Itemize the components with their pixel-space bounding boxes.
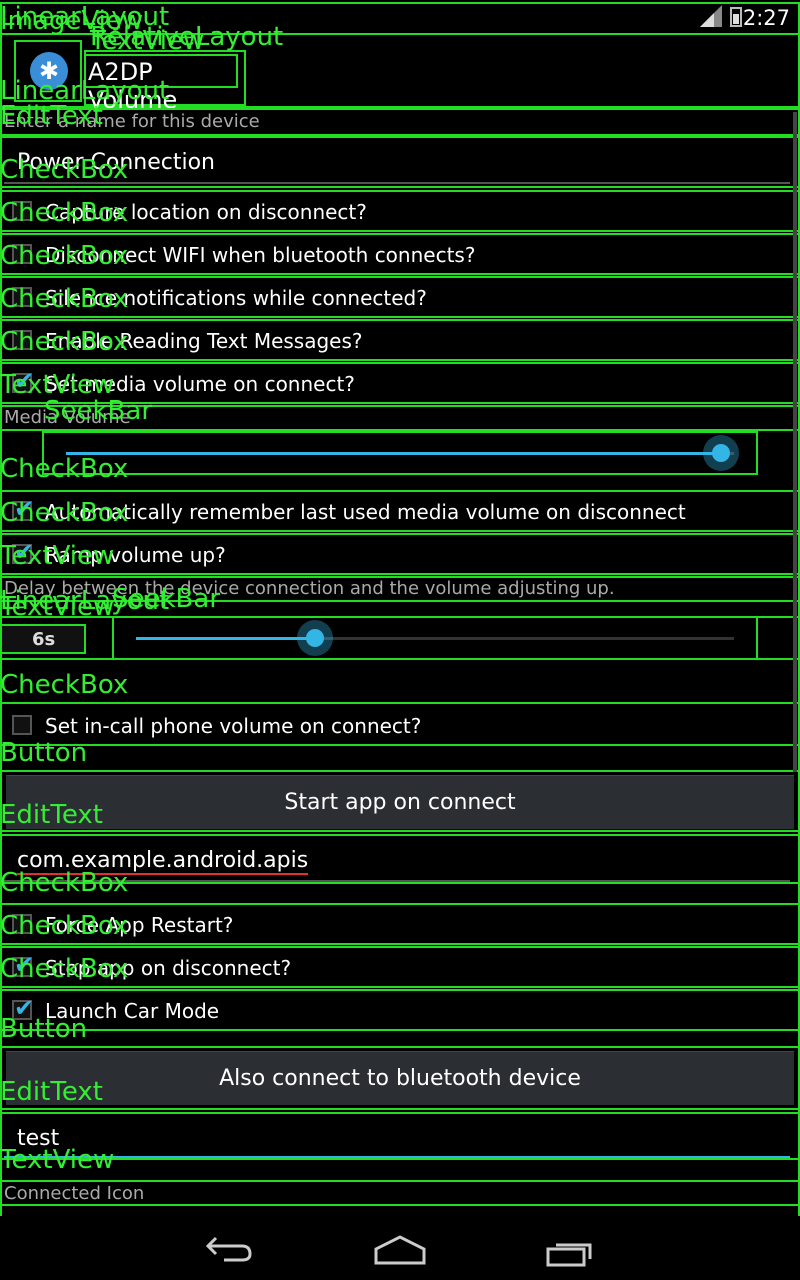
disconnect-wifi-checkbox[interactable]: Disconnect WIFI when bluetooth connects? (0, 233, 800, 275)
app-title: A2DP Volume (88, 58, 178, 114)
bt-device-input[interactable]: test (0, 1112, 800, 1160)
ramp-volume-checkbox[interactable]: Ramp volume up? (0, 533, 800, 575)
seek-thumb[interactable] (297, 620, 333, 656)
seek-fill (66, 452, 721, 455)
checkbox-label: Stop app on disconnect? (45, 956, 292, 980)
silence-notifications-checkbox[interactable]: Silence notifications while connected? (0, 276, 800, 318)
connected-icon-label: Connected Icon (4, 1183, 145, 1204)
home-icon[interactable] (374, 1234, 426, 1274)
checkbox-label: Automatically remember last used media v… (45, 500, 686, 524)
incall-volume-checkbox[interactable]: Set in-call phone volume on connect? (0, 702, 800, 746)
set-media-volume-checkbox[interactable]: Set media volume on connect? (0, 362, 800, 404)
ramp-description: Delay between the device connection and … (4, 578, 615, 599)
title-box: A2DP Volume (84, 54, 238, 114)
checkbox-square[interactable] (12, 715, 32, 735)
checkbox-square[interactable] (12, 244, 32, 264)
app-package-underline (4, 880, 790, 882)
checkbox-square[interactable] (12, 951, 34, 979)
reading-text-checkbox[interactable]: Enable Reading Text Messages? (0, 319, 800, 361)
bt-device-value[interactable]: test (17, 1126, 59, 1151)
seek-thumb[interactable] (703, 435, 739, 471)
remember-volume-checkbox[interactable]: Automatically remember last used media v… (0, 490, 800, 532)
app-package-value[interactable]: com.example.android.apis (17, 848, 309, 875)
checkbox-label: Ramp volume up? (45, 543, 226, 567)
checkbox-square[interactable] (12, 287, 32, 307)
device-name-underline (4, 182, 790, 184)
stop-app-checkbox[interactable]: Stop app on disconnect? (0, 946, 800, 988)
checkbox-label: Force App Restart? (45, 913, 234, 937)
device-name-label: Enter a name for this device (4, 111, 260, 132)
force-restart-checkbox[interactable]: Force App Restart? (0, 903, 800, 945)
device-name-label-box: Enter a name for this device (0, 108, 800, 136)
connected-icon-label-box: Connected Icon (0, 1180, 800, 1206)
app-icon: ✱ (14, 40, 82, 102)
bt-device-underline (4, 1156, 790, 1158)
bluetooth-icon: ✱ (30, 52, 68, 90)
checkbox-label: Launch Car Mode (45, 999, 220, 1023)
ramp-description-box: Delay between the device connection and … (0, 576, 800, 602)
checkbox-label: Disconnect WIFI when bluetooth connects? (45, 243, 476, 267)
checkbox-square[interactable] (12, 367, 34, 395)
checkbox-square[interactable] (12, 495, 34, 523)
media-volume-label: Media Volume (4, 407, 131, 428)
checkbox-square[interactable] (12, 994, 34, 1022)
car-mode-checkbox[interactable]: Launch Car Mode (0, 989, 800, 1031)
checkbox-square[interactable] (12, 914, 32, 934)
checkbox-square[interactable] (12, 538, 34, 566)
recents-icon[interactable] (546, 1236, 594, 1276)
checkbox-label: Enable Reading Text Messages? (45, 329, 363, 353)
ramp-value-box: 6s (0, 624, 86, 654)
checkbox-label: Set media volume on connect? (45, 372, 355, 396)
capture-location-checkbox[interactable]: Capture location on disconnect? (0, 190, 800, 232)
checkbox-label: Capture location on disconnect? (45, 200, 367, 224)
device-name-input[interactable]: Power Connection (0, 136, 800, 188)
seek-fill (136, 637, 315, 640)
app-package-input[interactable]: com.example.android.apis (0, 834, 800, 884)
media-volume-seekbar[interactable] (42, 431, 758, 475)
checkbox-square[interactable] (12, 201, 32, 221)
back-icon[interactable] (204, 1230, 254, 1273)
connect-bt-button[interactable]: Also connect to bluetooth device (6, 1051, 794, 1105)
checkbox-label: Set in-call phone volume on connect? (45, 714, 422, 738)
checkbox-label: Silence notifications while connected? (45, 286, 427, 310)
navigation-bar (0, 1216, 800, 1280)
start-app-button[interactable]: Start app on connect (6, 775, 794, 829)
device-name-value[interactable]: Power Connection (17, 150, 215, 175)
checkbox-square[interactable] (12, 330, 32, 350)
media-volume-label-box: Media Volume (0, 405, 800, 431)
scrollbar[interactable] (793, 112, 797, 772)
ramp-value: 6s (32, 629, 56, 650)
ramp-seekbar[interactable] (112, 616, 758, 660)
